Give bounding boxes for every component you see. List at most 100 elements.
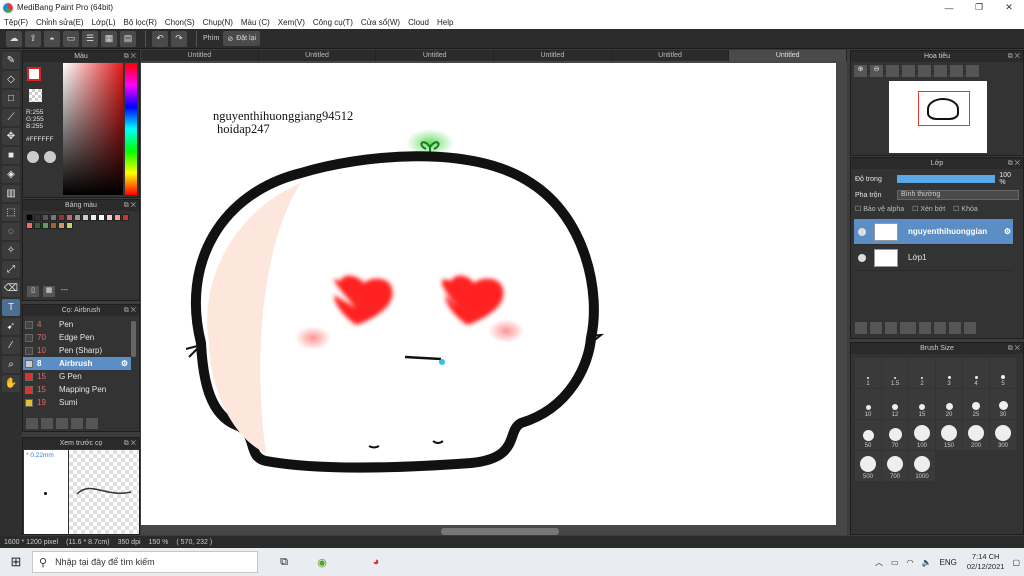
brush-size-option[interactable]: 500: [855, 451, 881, 481]
app-green-icon[interactable]: ◉: [310, 551, 334, 573]
brush-size-option[interactable]: 150: [936, 420, 962, 450]
zoom-in-icon[interactable]: ⊕: [854, 65, 867, 77]
color-mode-icon[interactable]: [27, 151, 39, 163]
menu-select[interactable]: Chọn(S): [165, 18, 195, 27]
palette-swatch[interactable]: [82, 214, 89, 221]
menu-filter[interactable]: Bộ lọc(R): [124, 18, 157, 27]
cloud-icon[interactable]: ☁: [6, 30, 22, 47]
panel-float-icon[interactable]: ⧉ ✕: [124, 438, 136, 449]
menu-tools[interactable]: Công cụ(T): [313, 18, 353, 27]
palette-swatch[interactable]: [50, 222, 57, 229]
navigator-preview[interactable]: [889, 81, 987, 153]
line-tool-icon[interactable]: ⟋: [2, 109, 20, 126]
operation-tool-icon[interactable]: ➹: [2, 318, 20, 335]
brush-item[interactable]: 10 Pen (Sharp): [23, 344, 131, 357]
duplicate-layer-icon[interactable]: [934, 322, 946, 334]
move-tool-icon[interactable]: ✥: [2, 128, 20, 145]
actual-size-icon[interactable]: [902, 65, 915, 77]
brush-scrollbar[interactable]: [131, 321, 136, 357]
panel-float-icon[interactable]: ⧉ ✕: [1008, 343, 1020, 354]
brush-folder-icon[interactable]: [71, 418, 83, 429]
canvas-horizontal-scrollbar[interactable]: [441, 528, 559, 535]
share-icon[interactable]: ⇪: [25, 30, 41, 47]
tab-untitled-4[interactable]: Untitled: [494, 50, 612, 61]
brush-item[interactable]: 15 G Pen: [23, 370, 131, 383]
network-icon[interactable]: ▭: [891, 558, 899, 567]
eraser-tool-icon[interactable]: ◇: [2, 71, 20, 88]
close-button[interactable]: ✕: [994, 0, 1024, 15]
brush-duplicate-icon[interactable]: [86, 418, 98, 429]
zoom-out-icon[interactable]: ⊖: [870, 65, 883, 77]
menu-window[interactable]: Cửa sổ(W): [361, 18, 400, 27]
transparent-swatch[interactable]: [29, 89, 42, 102]
brush-size-option[interactable]: 4: [963, 358, 989, 388]
lasso-tool-icon[interactable]: ◌: [2, 223, 20, 240]
menu-color[interactable]: Màu (C): [241, 18, 270, 27]
brush-size-option[interactable]: 50: [855, 420, 881, 450]
brush-add-icon[interactable]: [26, 418, 38, 429]
palette-swatch[interactable]: [50, 214, 57, 221]
bucket-tool-icon[interactable]: ◈: [2, 166, 20, 183]
brush-item[interactable]: 8 Airbrush ⚙: [23, 357, 131, 370]
taskbar-search[interactable]: ⚲ Nhập tại đây để tìm kiếm: [32, 551, 258, 573]
new-halftone-layer-icon[interactable]: [870, 322, 882, 334]
brush-settings-icon[interactable]: [41, 418, 53, 429]
lock-option[interactable]: ☐ Khóa: [953, 205, 978, 213]
notification-icon[interactable]: ▢: [1012, 558, 1020, 567]
new-layer-icon[interactable]: [855, 322, 867, 334]
brush-size-option[interactable]: 3: [936, 358, 962, 388]
saturation-value-picker[interactable]: [63, 63, 123, 195]
clock[interactable]: 7:14 CH 02/12/2021: [967, 552, 1005, 572]
brush-size-option[interactable]: 5: [990, 358, 1016, 388]
minimize-button[interactable]: —: [934, 0, 964, 15]
foreground-swatch[interactable]: [27, 67, 41, 81]
brush-item[interactable]: 15 Mapping Pen: [23, 383, 131, 396]
palette-swatch[interactable]: [42, 214, 49, 221]
palette-swatch[interactable]: [114, 214, 121, 221]
brush-size-option[interactable]: 70: [882, 420, 908, 450]
palette-swatch[interactable]: [106, 214, 113, 221]
reset-button[interactable]: ⊘ Đặt lại: [223, 31, 261, 46]
select-eraser-tool-icon[interactable]: ⌫: [2, 280, 20, 297]
comment-icon[interactable]: ◓: [44, 30, 60, 47]
shape-tool-icon[interactable]: □: [2, 90, 20, 107]
brush-tool-icon[interactable]: ✎: [2, 52, 20, 69]
opacity-slider[interactable]: [896, 175, 996, 183]
volume-icon[interactable]: 🔈: [922, 558, 932, 567]
layer-settings-gear-icon[interactable]: ⚙: [1004, 227, 1011, 236]
new-8bit-layer-icon[interactable]: [885, 322, 897, 334]
maximize-button[interactable]: ❐: [964, 0, 994, 15]
layer-folder-icon[interactable]: [919, 322, 931, 334]
brush-size-option[interactable]: 1000: [909, 451, 935, 481]
fill-rect-tool-icon[interactable]: ■: [2, 147, 20, 164]
brush-size-option[interactable]: 20: [936, 389, 962, 419]
dropper-tool-icon[interactable]: ⁄: [2, 337, 20, 354]
blend-select[interactable]: Bình thường: [897, 190, 1019, 200]
palette-swatch[interactable]: [66, 214, 73, 221]
delete-layer-icon[interactable]: [964, 322, 976, 334]
palette-swatch[interactable]: [58, 214, 65, 221]
hand-tool-icon[interactable]: ✋: [2, 375, 20, 392]
tab-untitled-3[interactable]: Untitled: [376, 50, 495, 61]
hue-slider[interactable]: [125, 63, 137, 195]
brush-size-option[interactable]: 25: [963, 389, 989, 419]
panel-float-icon[interactable]: ⧉ ✕: [1008, 158, 1020, 169]
drawing-canvas[interactable]: nguyenthihuonggiang94512 hoidap247: [141, 63, 836, 525]
clipping-option[interactable]: ☐ Xén bớt: [912, 205, 945, 213]
brush-size-option[interactable]: 15: [909, 389, 935, 419]
brush-size-option[interactable]: 200: [963, 420, 989, 450]
palette-swatch[interactable]: [58, 222, 65, 229]
brush-size-option[interactable]: 30: [990, 389, 1016, 419]
undo-icon[interactable]: ↶: [152, 30, 168, 47]
palette-swatch[interactable]: [26, 222, 33, 229]
brush-settings-gear-icon[interactable]: ⚙: [121, 359, 128, 368]
tab-untitled-5[interactable]: Untitled: [612, 50, 730, 61]
tab-untitled-1[interactable]: Untitled: [141, 50, 259, 61]
list-icon[interactable]: ☰: [82, 30, 98, 47]
tab-untitled-2[interactable]: Untitled: [259, 50, 377, 61]
gradient-tool-icon[interactable]: ▥: [2, 185, 20, 202]
menu-view[interactable]: Xem(V): [278, 18, 305, 27]
color-history-icon[interactable]: [44, 151, 56, 163]
palette-swatch[interactable]: [66, 222, 73, 229]
select-pen-tool-icon[interactable]: ⤢: [2, 261, 20, 278]
